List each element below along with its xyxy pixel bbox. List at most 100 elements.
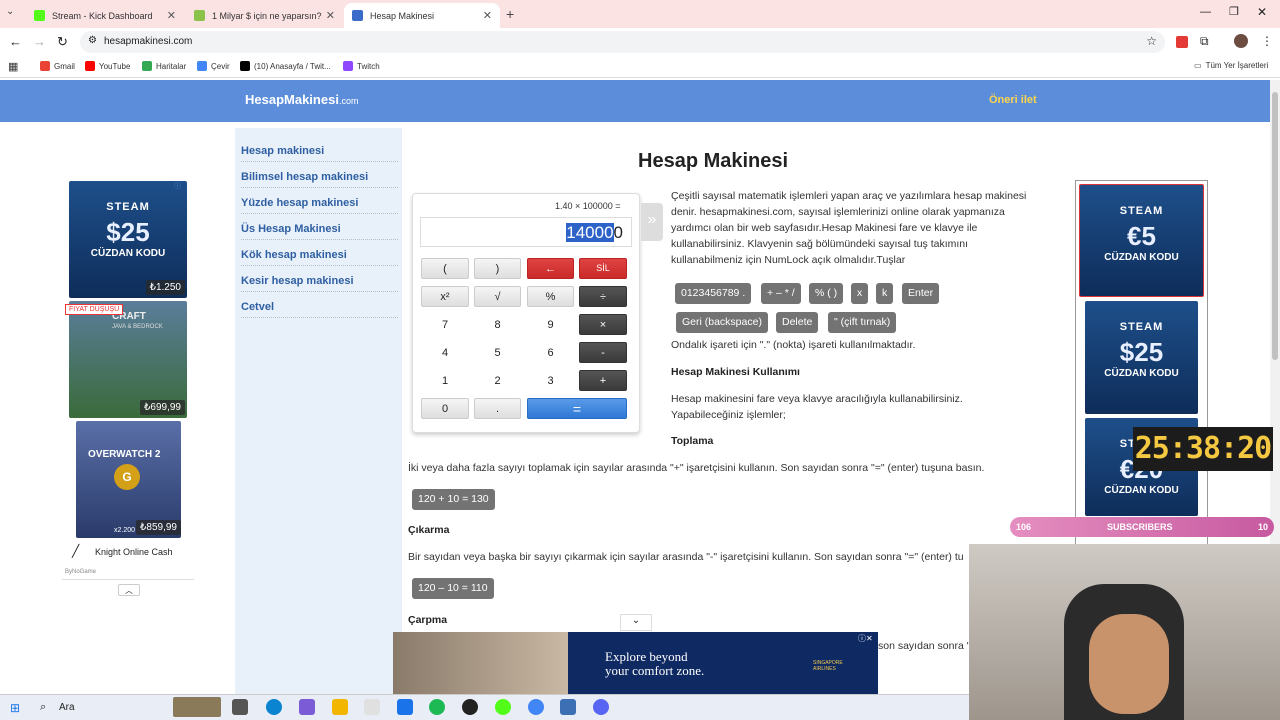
ad-steam-25-right[interactable]: STEAM $25 CÜZDAN KODU (1085, 301, 1198, 414)
ad-overwatch[interactable]: OVERWATCH 2 G x2.200 ₺859,99 (76, 421, 181, 538)
close-icon[interactable]: ✕ (326, 9, 335, 22)
star-icon[interactable]: ☆ (1146, 34, 1157, 48)
keyhint-delete: Delete (776, 312, 819, 333)
key-decimal[interactable]: . (474, 398, 521, 419)
new-tab-button[interactable]: + (506, 6, 514, 22)
site-logo[interactable]: HesapMakinesi.com (245, 92, 358, 107)
subscribers-bar: 106 SUBSCRIBERS 10 (1010, 517, 1274, 537)
site-info-icon[interactable]: ⚙ (88, 35, 97, 46)
tab-video[interactable]: 1 Milyar $ için ne yaparsın? - Tr ✕ (186, 3, 343, 28)
store-icon[interactable] (364, 699, 380, 715)
nav-item-hesap-makinesi[interactable]: Hesap makinesi (241, 145, 398, 162)
tab-search-button[interactable]: ⌄ (6, 6, 14, 17)
key-clear[interactable]: SİL (579, 258, 627, 279)
key-7[interactable]: 7 (421, 314, 469, 335)
back-icon[interactable]: ← (9, 34, 22, 49)
ad-label: CÜZDAN KODU (1104, 485, 1179, 496)
nav-item-kesir[interactable]: Kesir hesap makinesi (241, 275, 398, 292)
extensions-puzzle-icon[interactable]: ⧉ (1200, 34, 1209, 49)
folder-icon: ▭ (1194, 61, 1202, 70)
key-plus[interactable]: + (579, 370, 627, 391)
key-4[interactable]: 4 (421, 342, 469, 363)
ad-info-icon[interactable]: ⓘ (174, 181, 181, 191)
nav-item-yuzde[interactable]: Yüzde hesap makinesi (241, 197, 398, 214)
bookmark-translate[interactable]: Çevir (197, 61, 230, 71)
apps-icon[interactable]: ▦ (8, 60, 18, 73)
key-sqrt[interactable]: √ (474, 286, 521, 307)
bookmark-twitter[interactable]: (10) Anasayfa / Twit... (240, 61, 331, 71)
discord-icon[interactable] (593, 699, 609, 715)
task-view-icon[interactable] (232, 699, 248, 715)
close-icon[interactable]: ✕ (483, 9, 492, 22)
spotify-icon[interactable] (429, 699, 445, 715)
maximize-button[interactable]: ❐ (1229, 5, 1239, 18)
avatar[interactable] (1234, 34, 1248, 48)
youtube-icon (85, 61, 95, 71)
key-3[interactable]: 3 (527, 370, 574, 391)
webcam-feed (969, 544, 1280, 720)
all-bookmarks[interactable]: ▭ Tüm Yer İşaretleri (1194, 61, 1268, 70)
weather-widget[interactable] (173, 697, 221, 717)
reload-icon[interactable]: ↻ (57, 34, 68, 50)
key-divide[interactable]: ÷ (579, 286, 627, 307)
key-8[interactable]: 8 (474, 314, 521, 335)
nav-item-us[interactable]: Üs Hesap Makinesi (241, 223, 398, 240)
ad-footer-title[interactable]: Knight Online Cash (95, 547, 173, 557)
taskbar-search[interactable]: Ara (59, 702, 75, 713)
key-multiply[interactable]: × (579, 314, 627, 335)
bookmark-maps[interactable]: Haritalar (142, 61, 186, 71)
key-0[interactable]: 0 (421, 398, 469, 419)
close-window-button[interactable]: ✕ (1257, 5, 1267, 19)
windows-start-icon[interactable]: ⊞ (10, 701, 20, 715)
ad-close-icon[interactable]: ⓘ✕ (858, 633, 873, 644)
menu-icon[interactable]: ⋮ (1261, 34, 1273, 48)
extension-icon[interactable] (1176, 36, 1188, 48)
key-1[interactable]: 1 (421, 370, 469, 391)
key-square[interactable]: x² (421, 286, 469, 307)
close-icon[interactable]: ✕ (167, 9, 176, 22)
kick-app-icon[interactable] (495, 699, 511, 715)
steam-logo: STEAM (106, 201, 150, 213)
key-9[interactable]: 9 (527, 314, 574, 335)
multiplication-text: son sayıdan sonra " (878, 640, 969, 652)
bookmark-youtube[interactable]: YouTube (85, 61, 130, 71)
key-minus[interactable]: - (579, 342, 627, 363)
search-icon[interactable]: ⌕ (40, 701, 46, 714)
tab-hesap-makinesi[interactable]: Hesap Makinesi ✕ (344, 3, 500, 28)
calc-display[interactable]: 140000 (420, 217, 632, 247)
calc-expand-icon[interactable]: » (641, 203, 663, 241)
translate-icon (197, 61, 207, 71)
key-5[interactable]: 5 (474, 342, 521, 363)
explorer-icon[interactable] (332, 699, 348, 715)
key-percent[interactable]: % (527, 286, 574, 307)
scrollbar-thumb[interactable] (1272, 92, 1278, 360)
copilot-icon[interactable] (299, 699, 315, 715)
tab-kick[interactable]: Stream - Kick Dashboard ✕ (26, 3, 184, 28)
key-close-paren[interactable]: ) (474, 258, 521, 279)
key-6[interactable]: 6 (527, 342, 574, 363)
suggest-link[interactable]: Öneri ilet (989, 94, 1037, 106)
bottom-ad-banner[interactable]: Explore beyond your comfort zone. SINGAP… (393, 632, 878, 694)
key-2[interactable]: 2 (474, 370, 521, 391)
edge-icon[interactable] (266, 699, 282, 715)
bookmark-gmail[interactable]: Gmail (40, 61, 75, 71)
forward-icon[interactable]: → (33, 34, 46, 49)
address-bar[interactable]: ⚙ hesapmakinesi.com ☆ (80, 31, 1165, 53)
ad-steam-25[interactable]: STEAM $25 CÜZDAN KODU ₺1.250 (69, 181, 187, 298)
key-backspace[interactable]: ← (527, 258, 574, 279)
nav-item-kok[interactable]: Kök hesap makinesi (241, 249, 398, 266)
nav-item-cetvel[interactable]: Cetvel (241, 301, 398, 318)
key-equals[interactable]: = (527, 398, 627, 419)
ad-steam-5[interactable]: STEAM €5 CÜZDAN KODU (1079, 184, 1204, 297)
ad-minecraft[interactable]: CRAFT JAVA & BEDROCK ₺699,99 (69, 301, 187, 418)
minimize-button[interactable]: — (1200, 6, 1211, 18)
nav-item-bilimsel[interactable]: Bilimsel hesap makinesi (241, 171, 398, 188)
obs-icon[interactable] (462, 699, 478, 715)
collapse-ad-button[interactable]: ︿ (118, 584, 140, 596)
expand-ad-button[interactable]: ⌄ (620, 614, 652, 631)
bookmark-twitch[interactable]: Twitch (343, 61, 380, 71)
key-open-paren[interactable]: ( (421, 258, 469, 279)
app-icon[interactable] (560, 699, 576, 715)
mail-icon[interactable] (397, 699, 413, 715)
chrome-icon[interactable] (528, 699, 544, 715)
